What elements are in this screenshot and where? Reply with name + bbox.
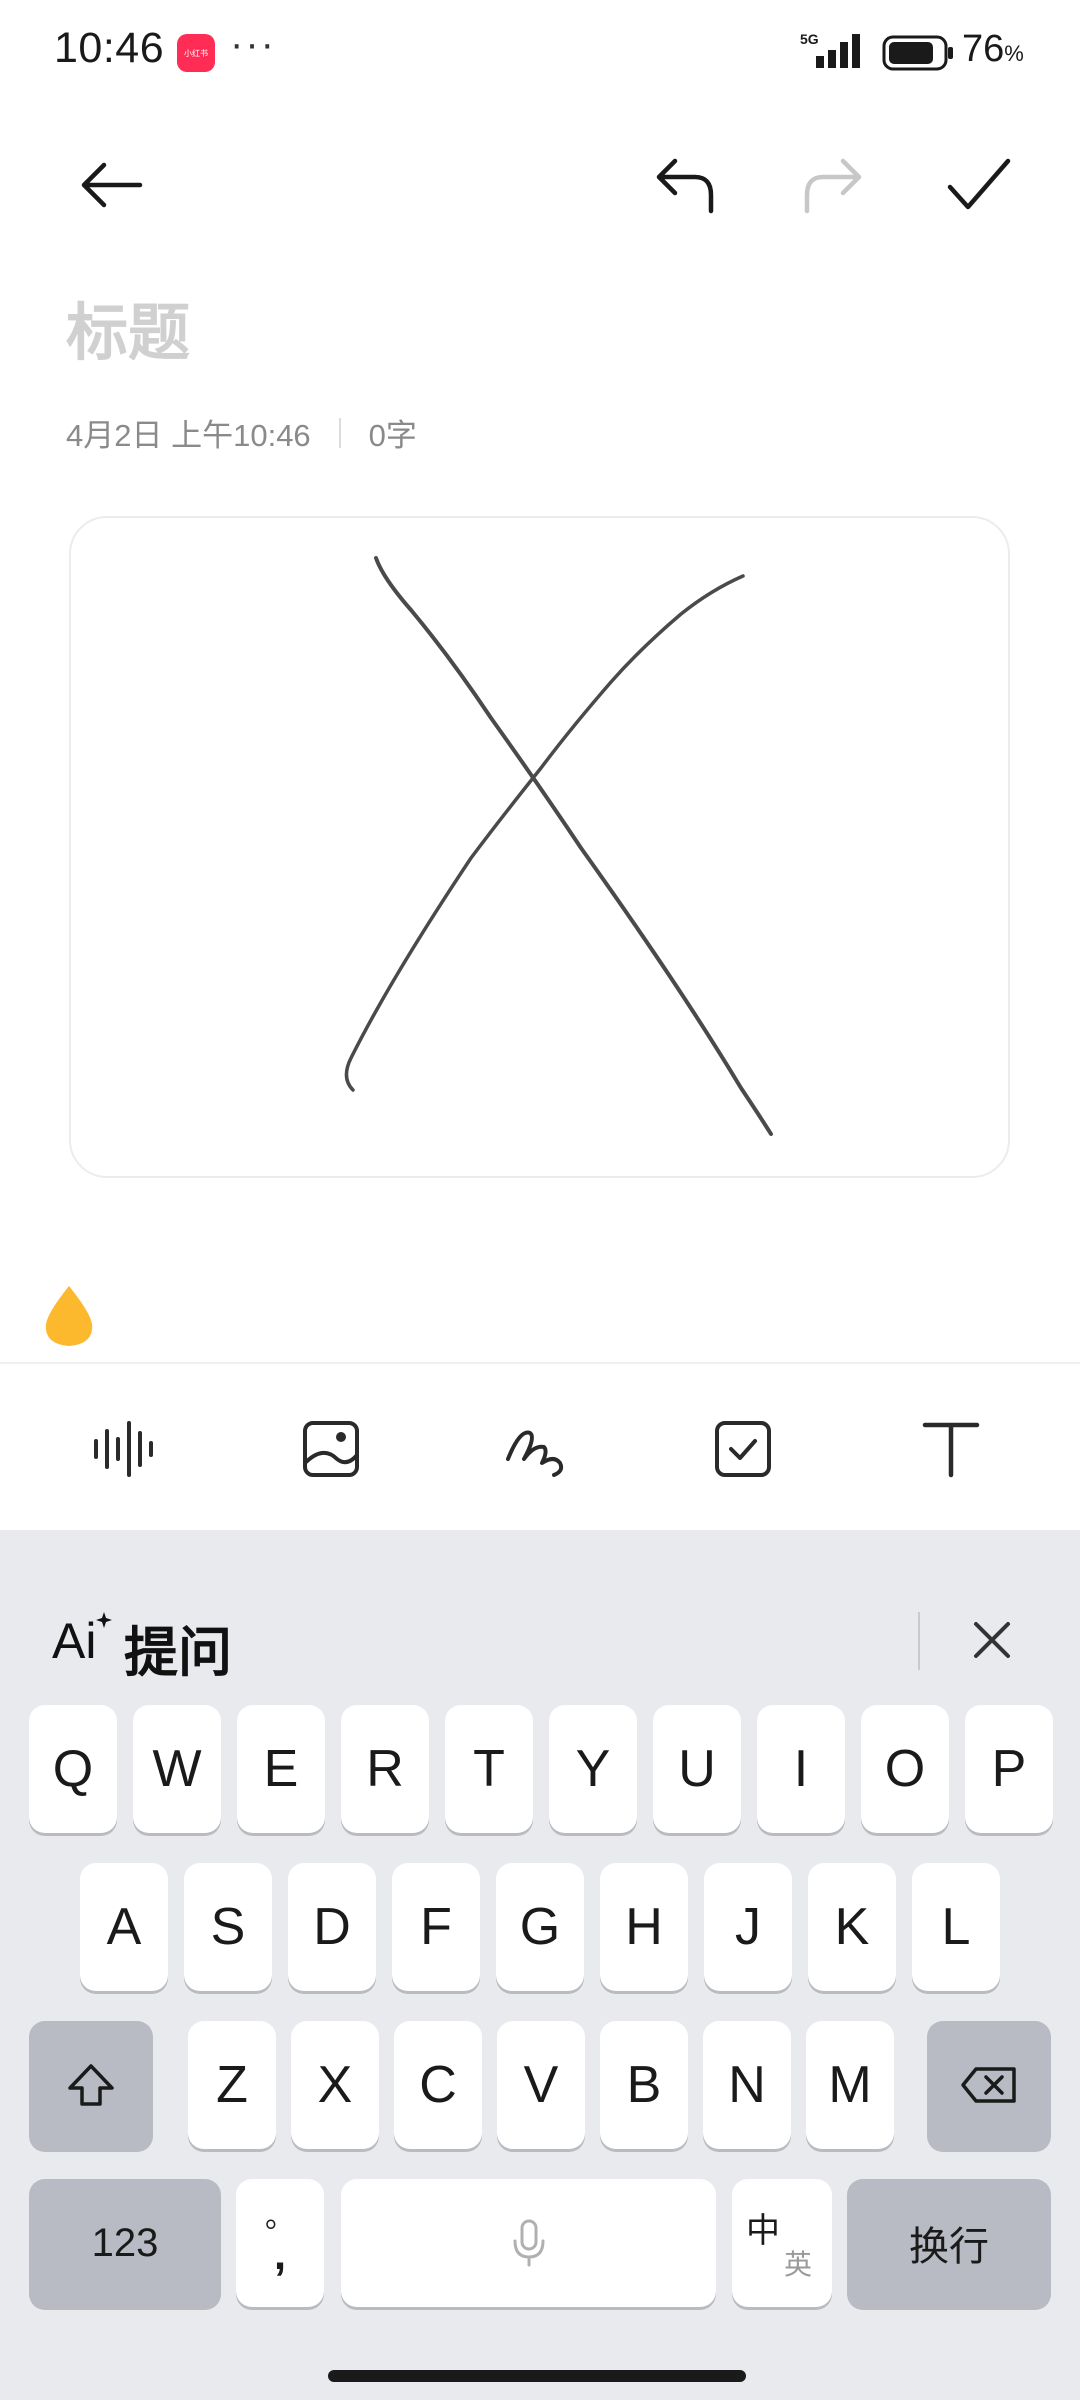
key-e[interactable]: E xyxy=(237,1705,325,1833)
ai-assistant-row: Ai 提问 xyxy=(0,1530,1080,1684)
back-arrow-icon[interactable] xyxy=(66,140,156,230)
key-l[interactable]: L xyxy=(912,1863,1000,1991)
key-m[interactable]: M xyxy=(806,2021,894,2149)
microphone-icon xyxy=(513,2219,544,2267)
key-x[interactable]: X xyxy=(291,2021,379,2149)
key-d[interactable]: D xyxy=(288,1863,376,1991)
redo-icon[interactable] xyxy=(788,140,878,230)
key-y[interactable]: Y xyxy=(549,1705,637,1833)
ai-sparkle-icon[interactable]: Ai xyxy=(52,1608,112,1669)
key-h[interactable]: H xyxy=(600,1863,688,1991)
status-time: 10:46 xyxy=(54,24,165,72)
note-meta: 4月2日 上午10:46 0字 xyxy=(66,410,417,455)
key-n[interactable]: N xyxy=(703,2021,791,2149)
key-f[interactable]: F xyxy=(392,1863,480,1991)
handwriting-canvas[interactable] xyxy=(69,516,1010,1178)
undo-icon[interactable] xyxy=(640,140,730,230)
note-title-input[interactable]: 标题 xyxy=(66,282,190,372)
battery-percentage: 76% xyxy=(962,28,1024,70)
voice-waveform-icon[interactable] xyxy=(80,1404,170,1494)
xiaohongshu-app-icon: 小红书 xyxy=(177,34,215,72)
key-t[interactable]: T xyxy=(445,1705,533,1833)
drawn-x-strokes xyxy=(344,556,773,1136)
checklist-icon[interactable] xyxy=(698,1404,788,1494)
key-w[interactable]: W xyxy=(133,1705,221,1833)
key-u[interactable]: U xyxy=(653,1705,741,1833)
done-checkmark-icon[interactable] xyxy=(934,140,1024,230)
key-c[interactable]: C xyxy=(394,2021,482,2149)
lang-zh: 中 xyxy=(746,2211,780,2251)
meta-divider xyxy=(338,417,341,448)
language-switch-key[interactable]: 中 英 xyxy=(732,2179,832,2307)
more-notifications-icon: ··· xyxy=(230,22,276,66)
punct-bottom: , xyxy=(273,2230,287,2279)
key-g[interactable]: G xyxy=(496,1863,584,1991)
handwriting-icon[interactable] xyxy=(492,1404,582,1494)
enter-key[interactable]: 换行 xyxy=(847,2179,1051,2307)
numbers-key[interactable]: 123 xyxy=(29,2179,221,2307)
key-p[interactable]: P xyxy=(965,1705,1053,1833)
punctuation-key[interactable]: 。 , xyxy=(236,2179,324,2307)
key-b[interactable]: B xyxy=(600,2021,688,2149)
shift-key[interactable] xyxy=(29,2021,153,2149)
ink-drop-icon[interactable] xyxy=(40,1282,98,1355)
backspace-key[interactable] xyxy=(927,2021,1051,2149)
punct-top: 。 xyxy=(265,2201,295,2234)
close-icon[interactable] xyxy=(962,1610,1022,1670)
space-bar[interactable] xyxy=(341,2179,716,2307)
home-indicator[interactable] xyxy=(328,2370,746,2382)
key-i[interactable]: I xyxy=(757,1705,845,1833)
key-z[interactable]: Z xyxy=(188,2021,276,2149)
ai-row-divider xyxy=(918,1612,920,1670)
key-r[interactable]: R xyxy=(341,1705,429,1833)
key-k[interactable]: K xyxy=(808,1863,896,1991)
network-label: 5G xyxy=(800,31,819,47)
lang-en: 英 xyxy=(784,2248,813,2281)
ai-logo-text: Ai xyxy=(52,1613,96,1664)
key-q[interactable]: Q xyxy=(29,1705,117,1833)
ai-ask-button[interactable]: 提问 xyxy=(124,1608,232,1687)
key-o[interactable]: O xyxy=(861,1705,949,1833)
text-format-icon[interactable] xyxy=(906,1404,996,1494)
keyboard: Ai 提问 Q W E R T Y U I O P A S D F G H J … xyxy=(0,1530,1080,2400)
format-toolbar xyxy=(0,1364,1080,1530)
note-word-count: 0字 xyxy=(368,418,417,453)
note-date: 4月2日 上午10:46 xyxy=(66,418,311,453)
key-s[interactable]: S xyxy=(184,1863,272,1991)
key-v[interactable]: V xyxy=(497,2021,585,2149)
key-a[interactable]: A xyxy=(80,1863,168,1991)
backspace-icon xyxy=(961,2067,1016,2103)
shift-arrow-icon xyxy=(68,2064,114,2106)
image-icon[interactable] xyxy=(286,1404,376,1494)
signal-5g-icon: 5G xyxy=(800,30,870,77)
battery-icon xyxy=(882,34,956,77)
status-bar: 10:46 小红书 ··· 5G 76% xyxy=(0,0,1080,105)
key-j[interactable]: J xyxy=(704,1863,792,1991)
